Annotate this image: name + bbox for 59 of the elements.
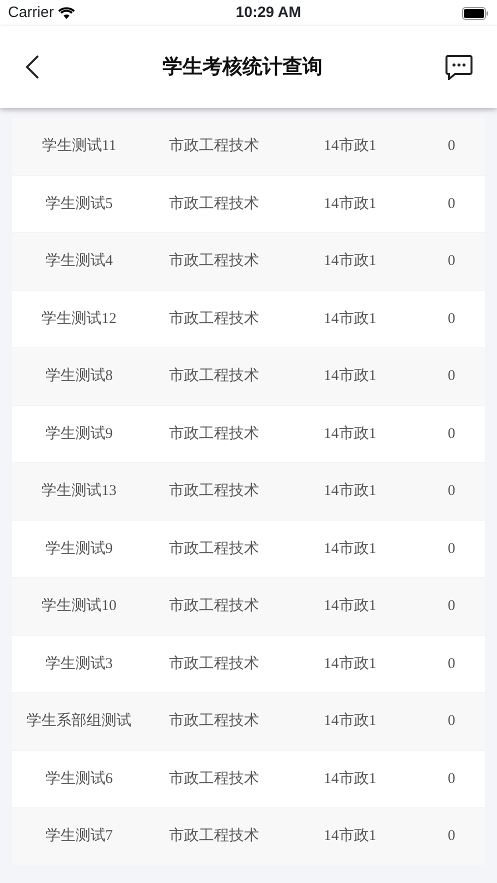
class-cell-text: 14市政1 bbox=[324, 711, 376, 731]
major-cell-text: 市政工程技术 bbox=[169, 194, 259, 214]
class-cell-text: 14市政1 bbox=[324, 251, 376, 271]
class-cell-text: 14市政1 bbox=[324, 654, 376, 674]
back-button[interactable] bbox=[24, 54, 40, 80]
student-name-cell-text: 学生测试5 bbox=[45, 194, 113, 214]
major-cell-text: 市政工程技术 bbox=[169, 251, 259, 271]
major-cell-text: 市政工程技术 bbox=[169, 136, 259, 156]
score-cell-text: 0 bbox=[448, 310, 456, 328]
major-cell-text: 市政工程技术 bbox=[169, 366, 259, 386]
student-name-cell-text: 学生测试8 bbox=[45, 366, 113, 386]
class-cell-text: 14市政1 bbox=[324, 596, 376, 616]
class-cell-text: 14市政1 bbox=[324, 826, 376, 846]
wifi-icon bbox=[58, 7, 75, 19]
score-cell-text: 0 bbox=[448, 252, 456, 271]
score-cell-text: 0 bbox=[448, 597, 456, 616]
score-cell-text: 0 bbox=[448, 654, 456, 674]
class-cell-text: 14市政1 bbox=[324, 769, 376, 788]
class-cell-text: 14市政1 bbox=[324, 539, 376, 558]
score-cell-text: 0 bbox=[448, 540, 456, 558]
clock-time: 10:29 AM bbox=[236, 2, 302, 23]
student-name-cell-text: 学生测试6 bbox=[45, 770, 113, 788]
major-cell-text: 市政工程技术 bbox=[169, 654, 259, 674]
score-cell-text: 0 bbox=[448, 424, 456, 444]
student-name-cell-text: 学生系部组测试 bbox=[26, 712, 132, 731]
major-cell-text: 市政工程技术 bbox=[169, 596, 259, 616]
battery-icon bbox=[462, 6, 489, 20]
carrier-label: Carrier bbox=[8, 2, 54, 23]
major-cell-text: 市政工程技术 bbox=[169, 539, 259, 558]
major-cell-text: 市政工程技术 bbox=[169, 424, 259, 444]
class-cell-text: 14市政1 bbox=[324, 366, 376, 386]
major-cell-text: 市政工程技术 bbox=[169, 309, 259, 328]
class-cell-text: 14市政1 bbox=[324, 194, 376, 214]
message-button[interactable] bbox=[445, 54, 473, 80]
major-cell-text: 市政工程技术 bbox=[169, 769, 259, 788]
score-cell-text: 0 bbox=[448, 482, 456, 501]
major-cell-text: 市政工程技术 bbox=[169, 481, 259, 501]
major-cell-text: 市政工程技术 bbox=[169, 826, 259, 846]
student-name-cell-text: 学生测试7 bbox=[45, 826, 113, 846]
score-cell-text: 0 bbox=[448, 137, 456, 156]
score-cell-text: 0 bbox=[448, 770, 456, 788]
class-cell-text: 14市政1 bbox=[324, 136, 376, 156]
score-cell-text: 0 bbox=[448, 367, 456, 386]
page-title: 学生考核统计查询 bbox=[162, 55, 322, 79]
score-cell-text: 0 bbox=[448, 827, 456, 846]
student-name-cell-text: 学生测试11 bbox=[42, 136, 116, 156]
class-cell-text: 14市政1 bbox=[324, 424, 376, 444]
score-cell-text: 0 bbox=[448, 712, 456, 731]
student-name-cell-text: 学生测试4 bbox=[45, 252, 113, 271]
student-name-cell-text: 学生测试9 bbox=[45, 424, 113, 444]
class-cell-text: 14市政1 bbox=[324, 309, 376, 328]
major-cell-text: 市政工程技术 bbox=[169, 711, 259, 731]
class-cell-text: 14市政1 bbox=[324, 481, 376, 501]
student-name-cell-text: 学生测试12 bbox=[42, 310, 116, 328]
student-name-cell-text: 学生测试3 bbox=[45, 654, 113, 674]
student-name-cell-text: 学生测试13 bbox=[42, 482, 116, 501]
student-name-cell-text: 学生测试10 bbox=[42, 596, 116, 616]
student-name-cell-text: 学生测试9 bbox=[45, 540, 113, 558]
score-cell-text: 0 bbox=[448, 194, 456, 214]
